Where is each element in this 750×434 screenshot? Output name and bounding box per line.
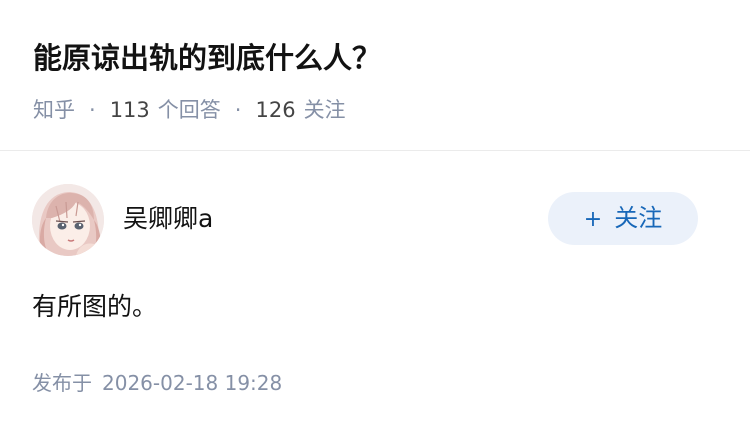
- question-title[interactable]: 能原谅出轨的到底什么人？: [33, 36, 381, 80]
- published-label: 发布于: [32, 371, 92, 395]
- avatar-anime-girl-icon: [32, 184, 104, 256]
- answer-content[interactable]: 有所图的。: [32, 286, 157, 328]
- answer-card: 吴卿卿a + 关注 有所图的。 发布于 2026-02-18 19:28: [0, 151, 750, 434]
- answer-time: 发布于 2026-02-18 19:28: [32, 366, 282, 400]
- answer-count-label: 个回答: [157, 98, 221, 122]
- meta-separator: ·: [89, 98, 96, 122]
- follow-button[interactable]: + 关注: [548, 192, 698, 245]
- source-label: 知乎: [33, 98, 75, 122]
- question-header: 能原谅出轨的到底什么人？ 知乎 · 113 个回答 · 126 关注: [0, 0, 750, 151]
- question-meta: 知乎 · 113 个回答 · 126 关注: [33, 93, 346, 127]
- meta-separator: ·: [234, 98, 242, 122]
- follow-button-label: 关注: [614, 204, 663, 232]
- plus-icon: +: [583, 207, 603, 232]
- follower-count-label: 关注: [303, 98, 346, 122]
- follower-count: 126: [255, 98, 296, 122]
- answer-count: 113: [109, 98, 150, 122]
- author-name[interactable]: 吴卿卿a: [123, 199, 213, 239]
- published-date: 2026-02-18 19:28: [102, 371, 283, 395]
- avatar[interactable]: [32, 184, 104, 256]
